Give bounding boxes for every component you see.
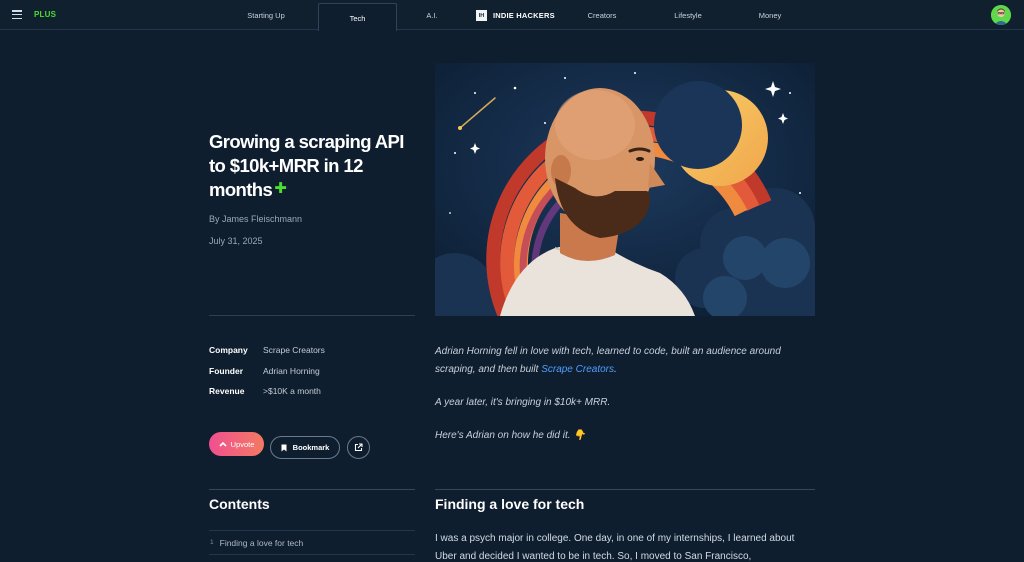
nav-link-ai[interactable]: A.I.	[426, 11, 437, 20]
fact-label: Revenue	[209, 386, 245, 396]
nav-link-lifestyle[interactable]: Lifestyle	[674, 11, 702, 20]
section-body: I was a psych major in college. One day,…	[435, 533, 795, 562]
contents-divider	[209, 489, 415, 490]
hamburger-menu-icon[interactable]	[12, 10, 22, 20]
intro-paragraph-3: Here's Adrian on how he did it. 👇	[435, 427, 815, 445]
nav-link-creators[interactable]: Creators	[588, 11, 617, 20]
fact-company: Company Scrape Creators	[209, 345, 325, 355]
fact-value: Scrape Creators	[263, 345, 325, 355]
article-title: Growing a scraping API to $10k+MRR in 12…	[209, 130, 414, 202]
external-link-icon	[354, 443, 363, 452]
hero-illustration	[435, 63, 815, 316]
section-divider	[435, 489, 815, 490]
nav-link-starting-up[interactable]: Starting Up	[247, 11, 285, 20]
user-avatar-icon[interactable]	[991, 5, 1011, 25]
article-date: July 31, 2025	[209, 236, 263, 246]
intro-paragraph-2: A year later, it's bringing in $10k+ MRR…	[435, 397, 611, 408]
article-title-text: Growing a scraping API to $10k+MRR in 12…	[209, 131, 404, 200]
plus-badge[interactable]: PLUS	[34, 10, 56, 19]
plus-icon: ✚	[274, 180, 287, 197]
toc-item-label: Finding a love for tech	[219, 537, 304, 548]
fact-label: Founder	[209, 366, 243, 376]
bookmark-icon	[281, 444, 287, 451]
indie-hackers-logo[interactable]: IH INDIE HACKERS	[476, 10, 555, 21]
fact-value: Adrian Horning	[263, 366, 320, 376]
contents-heading: Contents	[209, 496, 270, 512]
article-author[interactable]: By James Fleischmann	[209, 214, 302, 224]
nav-tab-tech-label: Tech	[349, 14, 366, 23]
top-navigation-bar: PLUS Starting Up Tech A.I. IH INDIE HACK…	[0, 0, 1024, 31]
section-heading: Finding a love for tech	[435, 496, 585, 512]
share-button[interactable]	[347, 436, 370, 459]
ih-logo-text: INDIE HACKERS	[493, 11, 555, 20]
nav-link-money[interactable]: Money	[759, 11, 782, 20]
ih-logo-mark: IH	[476, 10, 487, 21]
intro-paragraph-1: Adrian Horning fell in love with tech, l…	[435, 343, 815, 379]
fact-founder: Founder Adrian Horning	[209, 366, 320, 376]
toc-item-number: 1	[210, 539, 214, 546]
intro-text-end: .	[614, 364, 617, 375]
bookmark-button[interactable]: Bookmark	[270, 436, 340, 459]
fact-label: Company	[209, 345, 248, 355]
fact-revenue: Revenue >$10K a month	[209, 386, 321, 396]
intro-text: Here's Adrian on how he did it.	[435, 430, 571, 441]
toc-item[interactable]: 1 Finding a love for tech	[209, 530, 415, 555]
nav-tab-tech[interactable]: Tech	[318, 3, 397, 31]
upvote-label: Upvote	[230, 439, 255, 449]
pointing-down-emoji: 👇	[573, 430, 586, 441]
header-divider	[209, 315, 415, 316]
fact-value: >$10K a month	[263, 386, 321, 396]
scrape-creators-link[interactable]: Scrape Creators	[541, 364, 614, 375]
upvote-button[interactable]: Upvote	[209, 432, 264, 456]
chevron-up-icon	[219, 441, 227, 447]
bookmark-label: Bookmark	[292, 443, 330, 452]
